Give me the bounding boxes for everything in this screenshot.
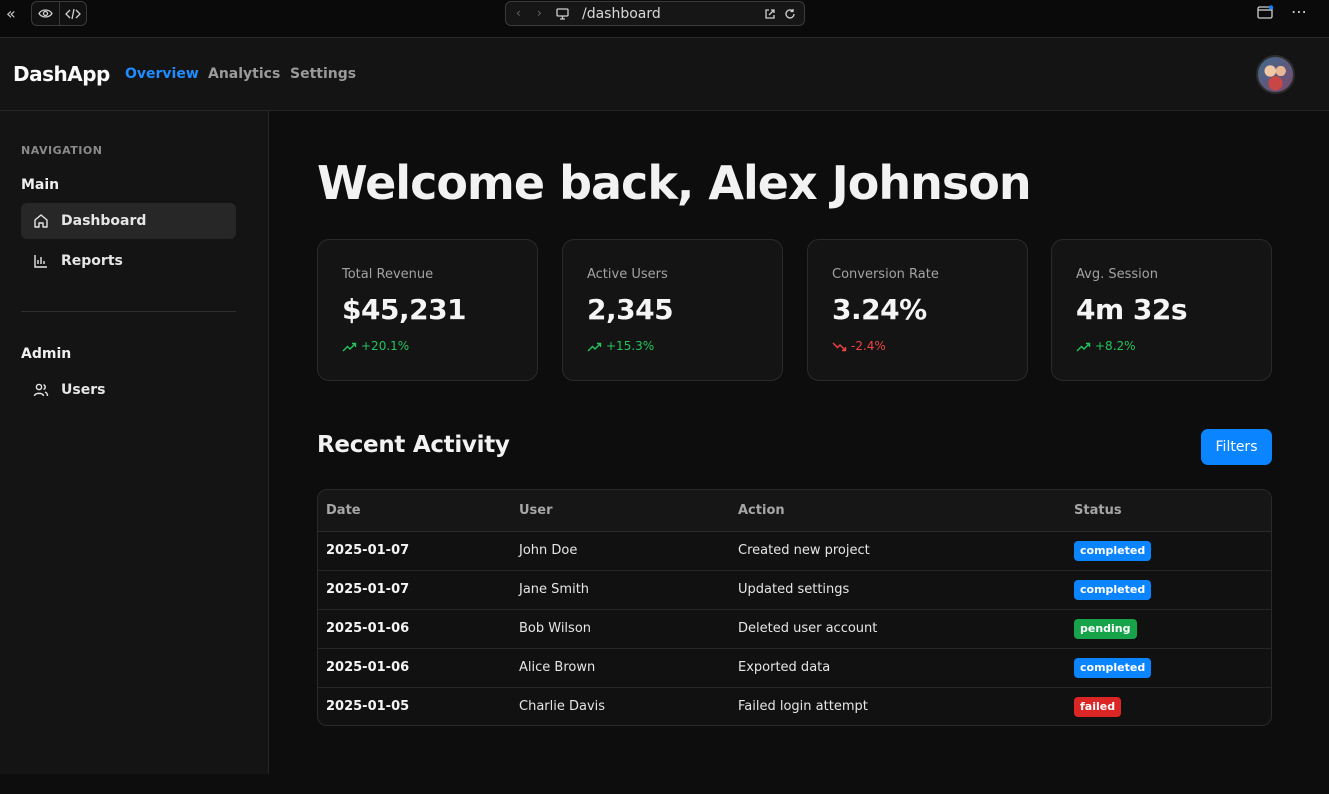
cell-action: Failed login attempt bbox=[738, 699, 868, 715]
filters-button[interactable]: Filters bbox=[1201, 429, 1272, 465]
table-row[interactable]: 2025-01-06 Bob Wilson Deleted user accou… bbox=[318, 609, 1271, 649]
status-badge: completed bbox=[1074, 657, 1152, 678]
cell-date: 2025-01-06 bbox=[318, 609, 511, 649]
collapse-sidebar-icon[interactable]: « bbox=[6, 6, 16, 22]
sidebar-group-admin: Admin bbox=[21, 346, 72, 362]
brand-logo[interactable]: DashApp bbox=[13, 62, 110, 86]
view-toggle-group bbox=[31, 1, 87, 26]
table-row[interactable]: 2025-01-06 Alice Brown Exported data com… bbox=[318, 648, 1271, 688]
cell-date: 2025-01-05 bbox=[326, 699, 410, 715]
url-text: /dashboard bbox=[582, 6, 661, 22]
sidebar-caption: NAVIGATION bbox=[21, 144, 103, 157]
stat-delta: +15.3% bbox=[587, 339, 654, 353]
cell-status: completed bbox=[1066, 570, 1271, 610]
more-options-icon[interactable]: ⋯ bbox=[1291, 4, 1308, 20]
top-navigation: DashApp Overview Analytics Settings bbox=[0, 38, 1329, 111]
stat-value: 3.24% bbox=[832, 293, 927, 326]
cell-status: failed bbox=[1066, 687, 1271, 725]
stat-title: Total Revenue bbox=[342, 267, 434, 282]
status-badge: completed bbox=[1074, 540, 1152, 561]
cell-action: Deleted user account bbox=[730, 609, 1066, 649]
cell-user: Jane Smith bbox=[511, 570, 730, 610]
table-row[interactable]: 2025-01-05 Charlie Davis Failed login at… bbox=[318, 687, 1271, 725]
trend-down-icon bbox=[832, 342, 847, 352]
cell-date: 2025-01-06 bbox=[318, 648, 511, 688]
eye-icon[interactable] bbox=[38, 7, 53, 20]
cell-action: Created new project bbox=[730, 531, 1066, 571]
stat-card-revenue: Total Revenue $45,231 +20.1% bbox=[317, 239, 538, 381]
page-title: Welcome back, Alex Johnson bbox=[317, 156, 1032, 210]
table-row[interactable]: 2025-01-07 Jane Smith Updated settings c… bbox=[318, 570, 1271, 610]
sidebar-item-users[interactable]: Users bbox=[21, 372, 236, 408]
cell-action: Updated settings bbox=[730, 570, 1066, 610]
sidebar-group-main: Main bbox=[21, 177, 60, 193]
users-icon bbox=[33, 383, 49, 397]
stat-value: 2,345 bbox=[587, 293, 674, 326]
cell-user: John Doe bbox=[511, 531, 730, 571]
sidebar: NAVIGATION Main Dashboard Reports Admin … bbox=[0, 111, 269, 774]
trend-up-icon bbox=[587, 342, 602, 352]
bar-chart-icon bbox=[34, 255, 47, 268]
cell-user: Alice Brown bbox=[511, 648, 730, 688]
stat-delta: -2.4% bbox=[832, 339, 886, 353]
table-header-row: Date User Action Status bbox=[318, 490, 1271, 532]
sidebar-item-label: Reports bbox=[61, 253, 123, 269]
status-badge: completed bbox=[1074, 579, 1152, 600]
cell-action: Exported data bbox=[730, 648, 1066, 688]
column-header-status[interactable]: Status bbox=[1066, 490, 1271, 532]
nav-analytics[interactable]: Analytics bbox=[208, 66, 280, 82]
table-row[interactable]: 2025-01-07 John Doe Created new project … bbox=[318, 531, 1271, 571]
browser-toolbar: « ‹ › /dashboard ⋯ bbox=[0, 0, 1329, 38]
column-header-user[interactable]: User bbox=[511, 490, 730, 532]
status-badge: failed bbox=[1074, 696, 1122, 717]
trend-up-icon bbox=[342, 342, 357, 352]
cell-status: completed bbox=[1066, 648, 1271, 688]
stat-card-avg-session: Avg. Session 4m 32s +8.2% bbox=[1051, 239, 1272, 381]
stat-value: 4m 32s bbox=[1076, 293, 1188, 326]
code-icon[interactable] bbox=[65, 7, 81, 21]
stat-delta: +8.2% bbox=[1076, 339, 1136, 353]
sidebar-item-dashboard[interactable]: Dashboard bbox=[21, 203, 236, 239]
stat-card-conversion-rate: Conversion Rate 3.24% -2.4% bbox=[807, 239, 1028, 381]
open-external-icon[interactable] bbox=[764, 8, 776, 20]
nav-overview[interactable]: Overview bbox=[125, 66, 199, 82]
home-icon bbox=[34, 214, 48, 228]
sidebar-divider bbox=[21, 311, 236, 312]
column-header-action[interactable]: Action bbox=[730, 490, 1066, 532]
avatar[interactable] bbox=[1256, 55, 1295, 94]
panel-icon[interactable] bbox=[1257, 5, 1274, 20]
reload-icon[interactable] bbox=[784, 8, 796, 20]
cell-status: pending bbox=[1066, 609, 1271, 649]
cell-user: Bob Wilson bbox=[511, 609, 730, 649]
column-header-date[interactable]: Date bbox=[318, 490, 511, 532]
sidebar-item-reports[interactable]: Reports bbox=[21, 243, 236, 279]
stat-value: $45,231 bbox=[342, 293, 467, 326]
stat-card-active-users: Active Users 2,345 +15.3% bbox=[562, 239, 783, 381]
stat-title: Conversion Rate bbox=[832, 267, 939, 282]
status-badge: pending bbox=[1074, 618, 1137, 639]
stat-title: Active Users bbox=[587, 267, 668, 282]
section-title: Recent Activity bbox=[317, 432, 510, 458]
forward-icon[interactable]: › bbox=[537, 7, 542, 19]
cell-date: 2025-01-07 bbox=[318, 531, 511, 571]
cell-user: Charlie Davis bbox=[519, 699, 606, 715]
back-icon[interactable]: ‹ bbox=[516, 7, 521, 19]
sidebar-item-label: Users bbox=[61, 382, 106, 398]
nav-settings[interactable]: Settings bbox=[290, 66, 356, 82]
sidebar-item-label: Dashboard bbox=[61, 213, 147, 229]
monitor-icon bbox=[556, 8, 569, 20]
trend-up-icon bbox=[1076, 342, 1091, 352]
address-bar[interactable]: ‹ › /dashboard bbox=[505, 1, 805, 26]
cell-status: completed bbox=[1066, 531, 1271, 571]
activity-table: Date User Action Status 2025-01-07 John … bbox=[317, 489, 1272, 726]
stat-title: Avg. Session bbox=[1076, 267, 1158, 282]
cell-date: 2025-01-07 bbox=[318, 570, 511, 610]
stat-delta: +20.1% bbox=[342, 339, 409, 353]
